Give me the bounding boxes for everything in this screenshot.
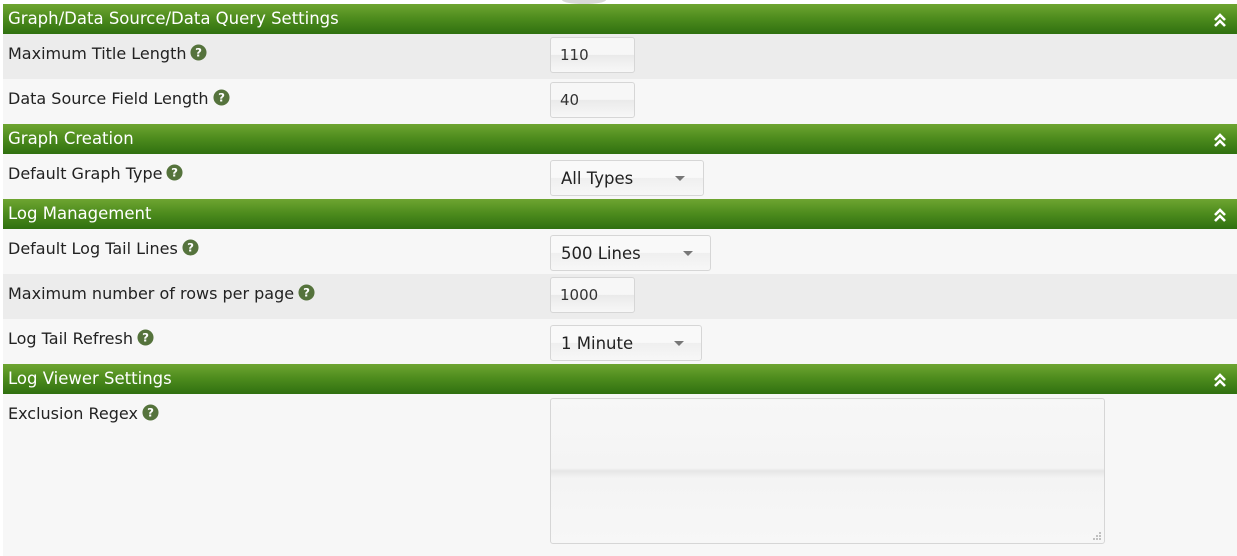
svg-text:?: ? — [147, 406, 154, 420]
section-title: Graph/Data Source/Data Query Settings — [8, 9, 339, 28]
svg-text:?: ? — [172, 166, 179, 180]
caret-down-icon — [675, 176, 685, 181]
setting-label: Default Graph Type? — [8, 164, 183, 184]
select-value: All Types — [561, 169, 634, 188]
setting-label: Log Tail Refresh? — [8, 329, 154, 349]
setting-row-max-rows-per-page: Maximum number of rows per page? 1000 — [3, 274, 1237, 319]
setting-row-max-title-length: Maximum Title Length? 110 — [3, 34, 1237, 79]
setting-label: Default Log Tail Lines? — [8, 239, 199, 259]
section-header-graph-creation: Graph Creation — [3, 124, 1237, 154]
section-title: Log Management — [8, 204, 152, 223]
setting-row-exclusion-regex: Exclusion Regex? — [3, 394, 1237, 556]
setting-row-default-graph-type: Default Graph Type? All Types — [3, 154, 1237, 199]
svg-text:?: ? — [303, 286, 310, 300]
setting-label: Maximum Title Length? — [8, 44, 208, 64]
setting-row-ds-field-length: Data Source Field Length? 40 — [3, 79, 1237, 124]
help-icon[interactable]: ? — [298, 284, 315, 301]
svg-text:?: ? — [142, 331, 149, 345]
help-icon[interactable]: ? — [182, 239, 199, 256]
collapse-icon[interactable] — [1213, 372, 1227, 388]
caret-down-icon — [674, 341, 684, 346]
max-title-length-input[interactable]: 110 — [550, 37, 635, 73]
collapse-icon[interactable] — [1213, 132, 1227, 148]
section-title: Graph Creation — [8, 129, 134, 148]
help-icon[interactable]: ? — [213, 89, 230, 106]
setting-label: Maximum number of rows per page? — [8, 284, 315, 304]
section-title: Log Viewer Settings — [8, 369, 172, 388]
log-tail-refresh-select[interactable]: 1 Minute — [550, 325, 702, 361]
setting-label: Data Source Field Length? — [8, 89, 230, 109]
setting-row-log-tail-refresh: Log Tail Refresh? 1 Minute — [3, 319, 1237, 364]
caret-down-icon — [683, 251, 693, 256]
svg-text:?: ? — [218, 91, 225, 105]
section-header-log-management: Log Management — [3, 199, 1237, 229]
section-header-log-viewer: Log Viewer Settings — [3, 364, 1237, 394]
select-value: 1 Minute — [561, 334, 634, 353]
resize-grip-icon[interactable] — [1092, 531, 1102, 541]
select-value: 500 Lines — [561, 244, 641, 263]
exclusion-regex-textarea[interactable] — [550, 398, 1105, 544]
default-graph-type-select[interactable]: All Types — [550, 160, 704, 196]
max-rows-per-page-input[interactable]: 1000 — [550, 277, 635, 313]
help-icon[interactable]: ? — [166, 164, 183, 181]
collapse-icon[interactable] — [1213, 12, 1227, 28]
setting-label: Exclusion Regex? — [8, 404, 159, 424]
svg-text:?: ? — [187, 241, 194, 255]
svg-text:?: ? — [196, 46, 203, 60]
ds-field-length-input[interactable]: 40 — [550, 82, 635, 118]
help-icon[interactable]: ? — [142, 404, 159, 421]
setting-row-default-log-tail-lines: Default Log Tail Lines? 500 Lines — [3, 229, 1237, 274]
default-log-tail-lines-select[interactable]: 500 Lines — [550, 235, 711, 271]
collapse-icon[interactable] — [1213, 207, 1227, 223]
help-icon[interactable]: ? — [137, 329, 154, 346]
help-icon[interactable]: ? — [190, 44, 208, 61]
section-header-graph-data: Graph/Data Source/Data Query Settings — [3, 4, 1237, 34]
